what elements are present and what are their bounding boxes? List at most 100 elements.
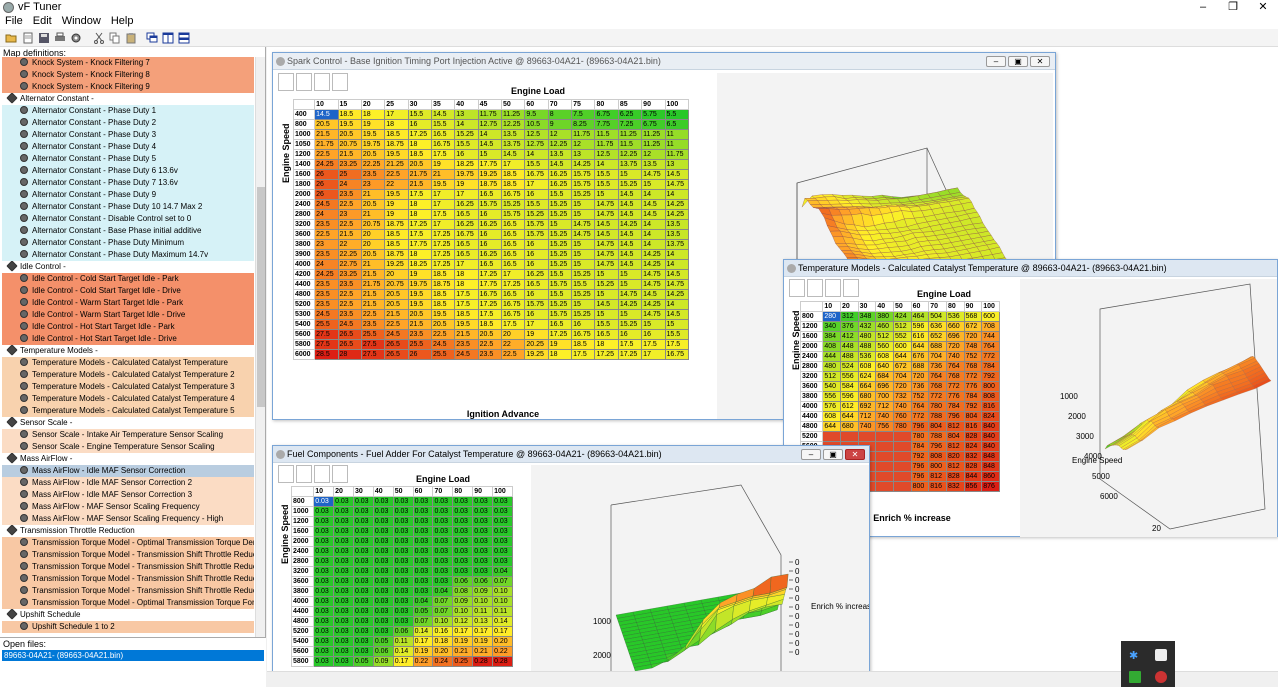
table-cell[interactable]: 312: [840, 311, 859, 322]
table-cell[interactable]: 26.5: [337, 339, 362, 350]
table-cell[interactable]: 16.5: [501, 289, 526, 300]
table-cell[interactable]: 16.75: [501, 299, 526, 310]
table-cell[interactable]: 816: [928, 481, 947, 492]
table-cell[interactable]: 772: [928, 391, 947, 402]
table-cell[interactable]: 0.03: [392, 596, 414, 607]
table-cell[interactable]: 21.5: [360, 289, 386, 300]
tree-item[interactable]: Mass AirFlow - Idle MAF Sensor Correctio…: [2, 489, 254, 501]
table-cell[interactable]: 15.25: [617, 319, 643, 330]
table-cell[interactable]: 808: [981, 391, 1000, 402]
table-cell[interactable]: 17.5: [454, 299, 479, 310]
table-cell[interactable]: 14.25: [617, 299, 643, 310]
cascade-windows-icon[interactable]: [146, 32, 158, 44]
table-cell[interactable]: 14.75: [594, 239, 619, 250]
table-cell[interactable]: 15.25: [617, 179, 643, 190]
tree-category[interactable]: Alternator Constant -: [2, 93, 254, 105]
tree-item[interactable]: Mass AirFlow - Idle MAF Sensor Correctio…: [2, 465, 254, 477]
table-cell[interactable]: 488: [840, 351, 859, 362]
tree-scrollbar[interactable]: [255, 57, 265, 673]
table-cell[interactable]: 812: [945, 441, 965, 452]
table-cell[interactable]: 788: [928, 411, 947, 422]
table-cell[interactable]: 756: [875, 421, 894, 432]
table-cell[interactable]: 16: [524, 309, 549, 320]
table-cell[interactable]: 17: [454, 189, 479, 200]
tree-item[interactable]: Mass AirFlow - MAF Sensor Scaling Freque…: [2, 501, 254, 513]
table-cell[interactable]: 24.5: [430, 339, 456, 350]
table-cell[interactable]: 0.03: [333, 606, 354, 617]
table-cell[interactable]: 6.25: [617, 109, 643, 120]
table-cell[interactable]: 17.5: [617, 339, 643, 350]
table-cell[interactable]: 0.03: [333, 656, 354, 667]
table-cell[interactable]: 0.03: [432, 576, 454, 587]
table-cell[interactable]: 0.24: [432, 656, 454, 667]
table-cell[interactable]: 0.03: [392, 506, 414, 517]
table-cell[interactable]: 15.5: [547, 189, 573, 200]
paste-icon[interactable]: [125, 32, 137, 44]
table-cell[interactable]: 784: [981, 361, 1000, 372]
table-cell[interactable]: 23.5: [314, 289, 339, 300]
table-cell[interactable]: 0.03: [372, 536, 394, 547]
table-cell[interactable]: 20.25: [524, 339, 549, 350]
table-cell[interactable]: 19: [384, 199, 409, 210]
table-cell[interactable]: 0.20: [492, 636, 513, 647]
fuel-restore-button[interactable]: ▣: [823, 449, 843, 460]
table-cell[interactable]: 21: [430, 169, 456, 180]
table-cell[interactable]: 14: [524, 149, 549, 160]
table-cell[interactable]: 808: [928, 451, 947, 462]
tree-category[interactable]: Mass AirFlow -: [2, 453, 254, 465]
table-cell[interactable]: 0.20: [432, 646, 454, 657]
table-cell[interactable]: 18.5: [337, 109, 362, 120]
table-cell[interactable]: 464: [910, 311, 930, 322]
table-cell[interactable]: 17.75: [407, 239, 432, 250]
tree-category[interactable]: Sensor Scale -: [2, 417, 254, 429]
table-cell[interactable]: 20.5: [360, 149, 386, 160]
table-cell[interactable]: 12.25: [547, 139, 573, 150]
table-cell[interactable]: 22: [501, 339, 526, 350]
table-cell[interactable]: 23: [360, 179, 386, 190]
table-cell[interactable]: 14.25: [664, 209, 690, 220]
table-cell[interactable]: 18: [547, 349, 573, 360]
tree-item[interactable]: Sensor Scale - Engine Temperature Sensor…: [2, 441, 254, 453]
table-cell[interactable]: 15.5: [594, 319, 619, 330]
table-cell[interactable]: 13.5: [501, 129, 526, 140]
table-cell[interactable]: 0.03: [333, 506, 354, 517]
table-cell[interactable]: 17: [641, 349, 666, 360]
table-cell[interactable]: 0.17: [392, 656, 414, 667]
table-cell[interactable]: 19.5: [430, 309, 456, 320]
table-cell[interactable]: 0.03: [432, 536, 454, 547]
table-cell[interactable]: 512: [822, 371, 841, 382]
table-cell[interactable]: 12.5: [524, 129, 549, 140]
tree-category[interactable]: Idle Control -: [2, 261, 254, 273]
table-cell[interactable]: 23.5: [314, 219, 339, 230]
table-cell[interactable]: 0.03: [352, 606, 374, 617]
table-cell[interactable]: 16.25: [547, 169, 573, 180]
table-cell[interactable]: 15: [594, 289, 619, 300]
table-cell[interactable]: 14: [641, 219, 666, 230]
table-cell[interactable]: 17: [430, 219, 456, 230]
table-cell[interactable]: 23.5: [454, 339, 479, 350]
table-cell[interactable]: 14.5: [314, 109, 339, 120]
table-cell[interactable]: 14.75: [594, 249, 619, 260]
table-cell[interactable]: 0.03: [492, 496, 513, 507]
table-cell[interactable]: 0.03: [472, 536, 494, 547]
edit-tool-icon[interactable]: [278, 73, 294, 91]
open-folder-icon[interactable]: [5, 32, 17, 44]
table-cell[interactable]: 0.03: [412, 586, 434, 597]
tree-item[interactable]: Temperature Models - Calculated Catalyst…: [2, 369, 254, 381]
table-cell[interactable]: 540: [822, 381, 841, 392]
table-cell[interactable]: 0.03: [333, 636, 354, 647]
table-cell[interactable]: 22.5: [501, 349, 526, 360]
table-cell[interactable]: 13: [664, 159, 690, 170]
table-cell[interactable]: 23.5: [407, 329, 432, 340]
table-cell[interactable]: 18.5: [454, 309, 479, 320]
table-cell[interactable]: 14: [664, 299, 690, 310]
table-cell[interactable]: 480: [857, 331, 877, 342]
table-cell[interactable]: 0.03: [412, 526, 434, 537]
table-cell[interactable]: 20.5: [407, 159, 432, 170]
table-cell[interactable]: 16: [524, 189, 549, 200]
table-cell[interactable]: 512: [875, 331, 894, 342]
table-cell[interactable]: 14.5: [641, 289, 666, 300]
table-cell[interactable]: 21.25: [384, 159, 409, 170]
table-cell[interactable]: 16.5: [501, 249, 526, 260]
table-cell[interactable]: 764: [910, 401, 930, 412]
